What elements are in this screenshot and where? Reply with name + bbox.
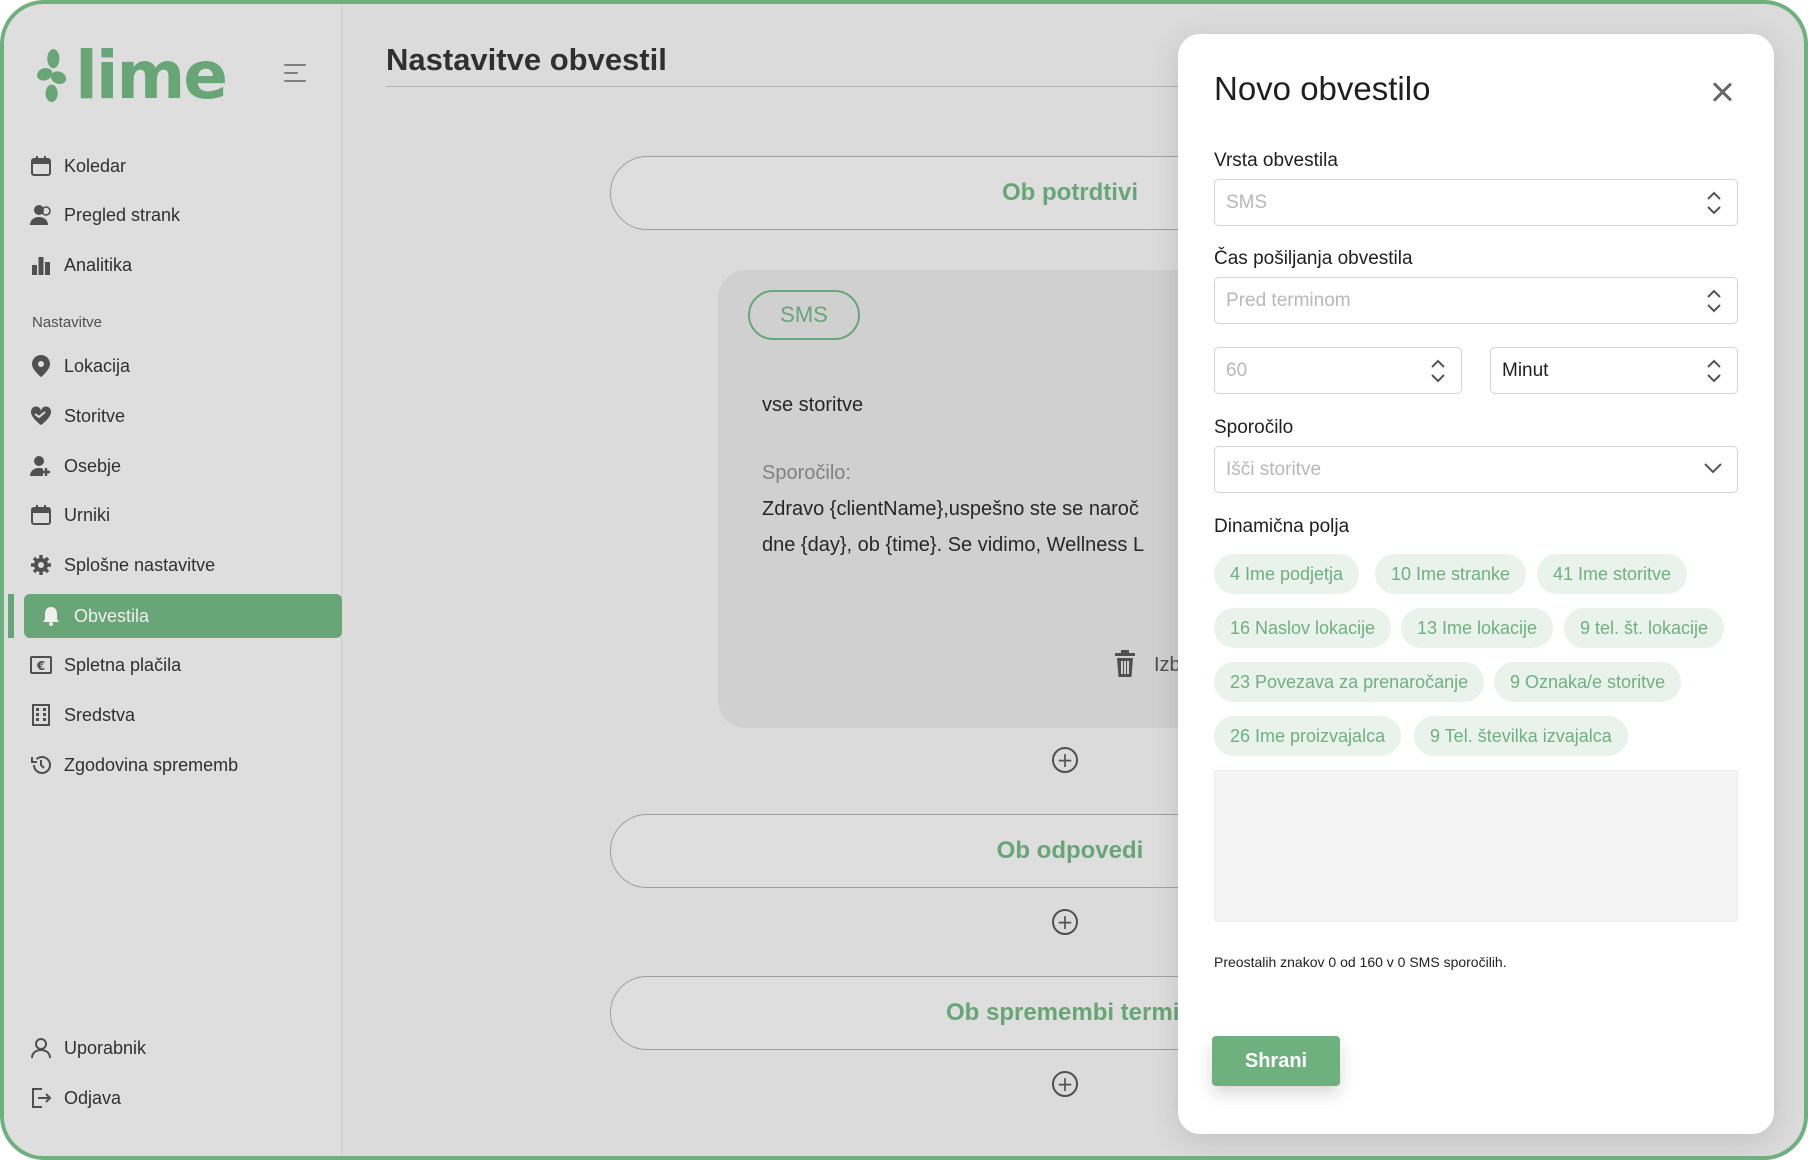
add-notification-plus-icon[interactable]: +: [1052, 1071, 1078, 1097]
sidebar-item-label: Storitve: [64, 405, 126, 426]
unit-select[interactable]: Minut: [1490, 347, 1738, 394]
gear-icon: [28, 552, 54, 578]
sidebar-item-urniki[interactable]: Urniki: [28, 495, 110, 535]
logout-icon: [28, 1085, 54, 1111]
save-button[interactable]: Shrani: [1212, 1036, 1340, 1086]
message-label: Sporočilo: [1214, 417, 1294, 438]
calendar-icon: [28, 502, 54, 528]
chip-service-name[interactable]: 41 Ime storitve: [1537, 554, 1688, 594]
sidebar-item-uporabnik[interactable]: Uporabnik: [28, 1028, 146, 1068]
sidebar-item-label: Uporabnik: [64, 1037, 147, 1058]
card-message-line-2: dne {day}, ob {time}. Se vidimo, Wellnes…: [762, 534, 1145, 556]
sidebar: lime Koledar Pregled strank Analitika Na…: [4, 4, 342, 1156]
sidebar-item-lokacija[interactable]: Lokacija: [28, 346, 130, 386]
trash-icon[interactable]: [1112, 650, 1138, 683]
euro-icon: €: [28, 652, 54, 678]
sidebar-item-label: Sredstva: [64, 704, 136, 725]
page-title: Nastavitve obvestil: [386, 42, 667, 77]
lime-leaf-icon: [37, 49, 67, 103]
sidebar-item-label: Lokacija: [64, 355, 131, 376]
time-value: Pred terminom: [1226, 289, 1351, 311]
sidebar-item-storitve[interactable]: Storitve: [28, 396, 125, 436]
new-notification-modal: Novo obvestilo Vrsta obvestila SMS Čas p…: [1178, 34, 1774, 1134]
chip-provider-name[interactable]: 26 Ime proizvajalca: [1214, 716, 1402, 756]
sidebar-item-koledar[interactable]: Koledar: [28, 146, 126, 186]
sidebar-item-label: Zgodovina sprememb: [64, 754, 239, 775]
sidebar-item-splosne-nastavitve[interactable]: Splošne nastavitve: [28, 545, 215, 585]
chip-location-address[interactable]: 16 Naslov lokacije: [1214, 608, 1392, 648]
delete-label[interactable]: Izb: [1154, 654, 1181, 677]
chip-provider-phone[interactable]: 9 Tel. številka izvajalca: [1414, 716, 1628, 756]
sidebar-item-label: Osebje: [64, 455, 122, 476]
sidebar-item-analitika[interactable]: Analitika: [28, 245, 132, 285]
user-add-icon: [28, 453, 54, 479]
chip-rebooking-link[interactable]: 23 Povezava za prenaročanje: [1214, 662, 1485, 702]
sidebar-item-label: Obvestila: [74, 605, 150, 626]
history-icon: [28, 752, 54, 778]
user-icon: [28, 1035, 54, 1061]
updown-chevron-icon: [1707, 191, 1721, 215]
message-search-select[interactable]: Išči storitve: [1214, 446, 1738, 493]
char-counter: Preostalih znakov 0 od 160 v 0 SMS sporo…: [1214, 954, 1507, 970]
message-placeholder: Išči storitve: [1226, 458, 1322, 480]
updown-chevron-icon: [1431, 359, 1445, 383]
calendar-icon: [28, 153, 54, 179]
updown-chevron-icon: [1707, 289, 1721, 313]
app-frame: lime Koledar Pregled strank Analitika Na…: [0, 0, 1808, 1160]
add-notification-plus-icon[interactable]: +: [1052, 909, 1078, 935]
card-services: vse storitve: [762, 394, 864, 416]
logo: lime: [36, 37, 228, 114]
location-pin-icon: [28, 353, 54, 379]
unit-value: Minut: [1502, 359, 1549, 381]
chip-location-name[interactable]: 13 Ime lokacije: [1401, 608, 1554, 648]
amount-stepper[interactable]: 60: [1214, 347, 1462, 394]
updown-chevron-icon: [1707, 359, 1721, 383]
type-select[interactable]: SMS: [1214, 179, 1738, 226]
modal-title: Novo obvestilo: [1214, 70, 1431, 107]
time-label: Čas pošiljanja obvestila: [1214, 248, 1413, 269]
sidebar-item-pregled-strank[interactable]: Pregled strank: [28, 195, 180, 235]
active-indicator: [8, 594, 14, 638]
sidebar-item-label: Pregled strank: [64, 204, 181, 225]
type-label: Vrsta obvestila: [1214, 150, 1338, 171]
chip-location-phone[interactable]: 9 tel. št. lokacije: [1564, 608, 1725, 648]
message-textarea[interactable]: [1214, 770, 1738, 922]
menu-toggle-icon[interactable]: [284, 64, 310, 86]
sidebar-item-label: Urniki: [64, 504, 111, 525]
time-select[interactable]: Pred terminom: [1214, 277, 1738, 324]
settings-section-label: Nastavitve: [32, 314, 103, 331]
sidebar-item-label: Analitika: [64, 254, 133, 275]
svg-text:€: €: [36, 659, 45, 673]
chip-company-name[interactable]: 4 Ime podjetja: [1214, 554, 1360, 594]
logo-text: lime: [75, 37, 228, 114]
chevron-down-icon: [1704, 463, 1722, 474]
add-notification-plus-icon[interactable]: +: [1052, 747, 1078, 773]
sidebar-item-label: Splošne nastavitve: [64, 554, 216, 575]
sms-badge: SMS: [748, 290, 860, 340]
sidebar-item-odjava[interactable]: Odjava: [28, 1078, 121, 1118]
card-message-line-1: Zdravo {clientName},uspešno ste se naroč: [762, 498, 1139, 520]
heart-hand-icon: [28, 403, 54, 429]
sidebar-item-spletna-placila[interactable]: € Spletna plačila: [28, 645, 181, 685]
amount-value: 60: [1226, 359, 1248, 381]
sidebar-item-label: Spletna plačila: [64, 654, 182, 675]
sidebar-item-label: Koledar: [64, 155, 127, 176]
building-icon: [28, 702, 54, 728]
sidebar-item-obvestila[interactable]: Obvestila: [24, 594, 342, 638]
chip-service-tags[interactable]: 9 Oznaka/e storitve: [1494, 662, 1682, 702]
sidebar-item-sredstva[interactable]: Sredstva: [28, 695, 135, 735]
sidebar-item-label: Odjava: [64, 1087, 122, 1108]
chip-client-name[interactable]: 10 Ime stranke: [1375, 554, 1527, 594]
dynamic-fields-label: Dinamična polja: [1214, 516, 1350, 537]
sidebar-item-osebje[interactable]: Osebje: [28, 446, 121, 486]
bar-chart-icon: [28, 252, 54, 278]
bell-icon: [38, 603, 64, 629]
close-icon[interactable]: [1708, 78, 1736, 106]
card-message-label: Sporočilo:: [762, 462, 851, 484]
type-value: SMS: [1226, 191, 1268, 213]
users-icon: [28, 202, 54, 228]
sidebar-item-zgodovina-sprememb[interactable]: Zgodovina sprememb: [28, 745, 238, 785]
